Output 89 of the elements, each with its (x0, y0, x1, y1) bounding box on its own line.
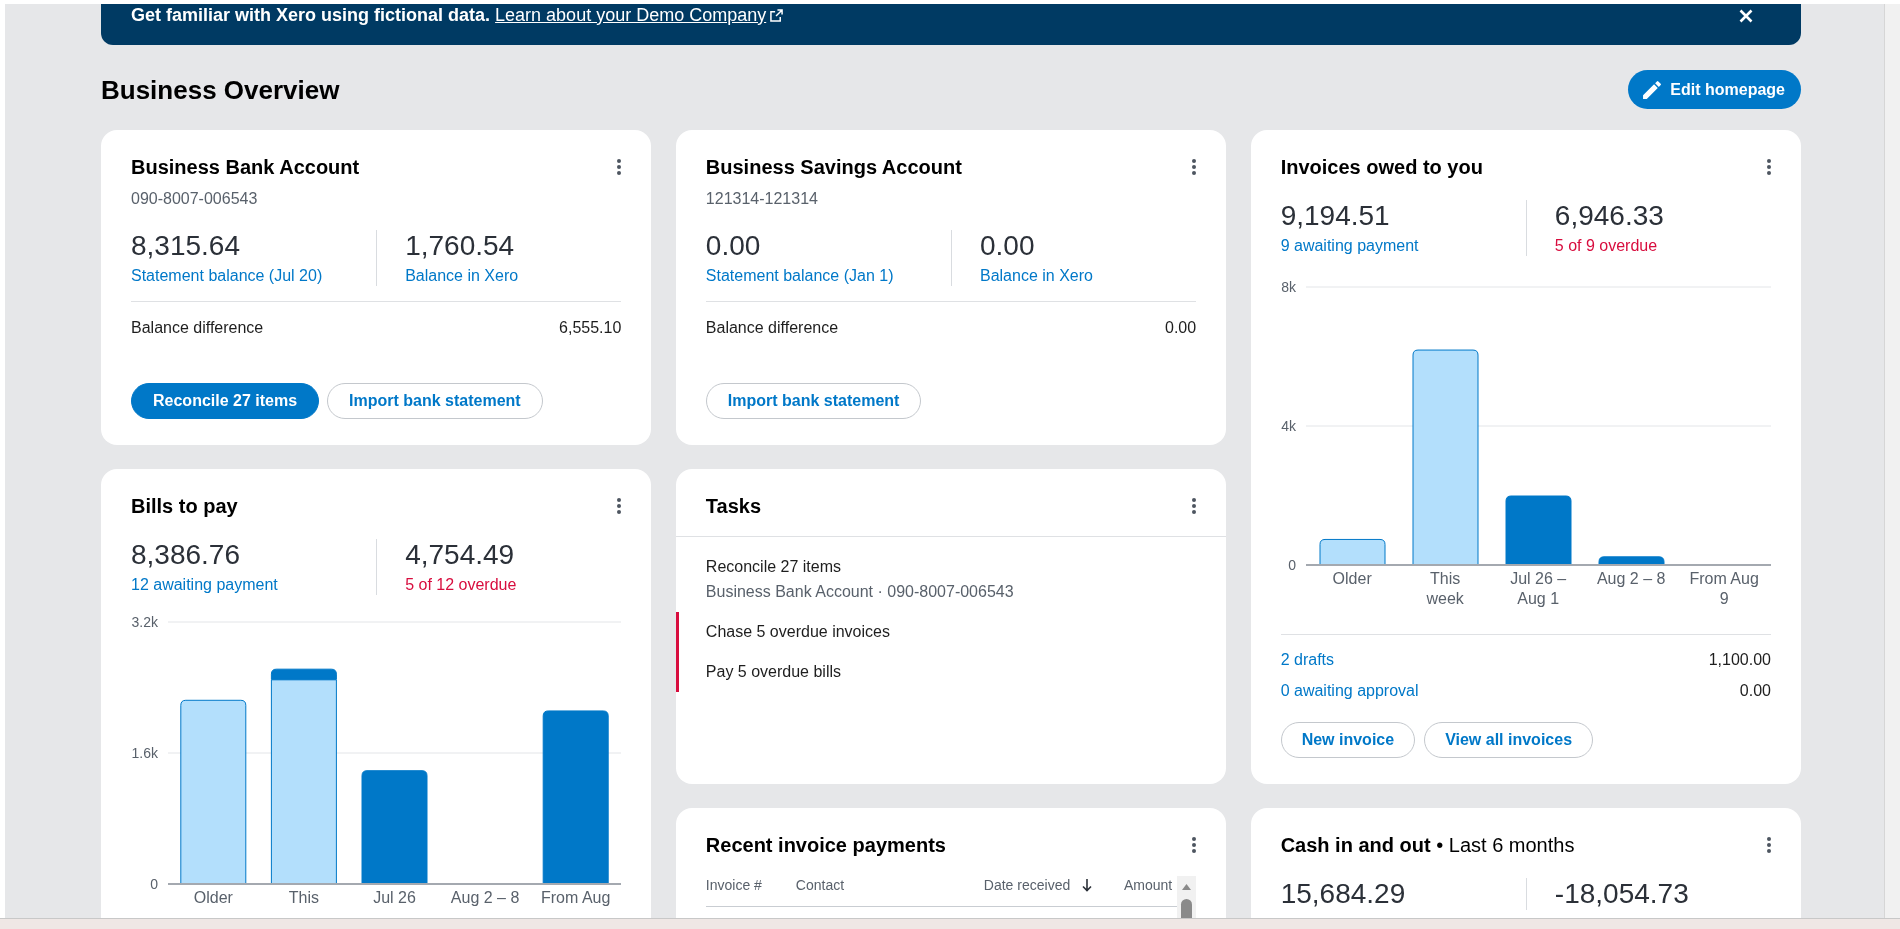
card-title: Business Bank Account (131, 155, 360, 179)
task-item[interactable]: Pay 5 overdue bills (675, 652, 1227, 692)
amount-link[interactable]: 12 awaiting payment (131, 575, 278, 595)
axis-category-label: Older (193, 888, 233, 908)
amount-value: 4,754.49 (405, 539, 515, 571)
amount-value: 6,946.33 (1554, 200, 1664, 232)
scroll-up-arrow-icon (1182, 884, 1192, 890)
amount-link[interactable]: Balance in Xero (980, 266, 1093, 286)
more-icon (1192, 498, 1197, 514)
axis-category-label: This week (1425, 569, 1465, 609)
task-item[interactable]: Chase 5 overdue invoices (675, 612, 1227, 652)
amount-link[interactable]: 9 awaiting payment (1280, 236, 1419, 256)
task-title: Reconcile 27 items (705, 557, 841, 577)
task-detail: Business Bank Account · 090-8007-006543 (705, 582, 1014, 602)
action-button[interactable]: View all invoices (1424, 722, 1594, 758)
difference-label: Balance difference (131, 318, 264, 338)
more-icon (617, 159, 622, 175)
column-header[interactable]: Date received (983, 876, 1093, 894)
summary-link[interactable]: 0 awaiting approval (1280, 681, 1419, 701)
axis-category-label: This (288, 888, 319, 908)
more-icon (1192, 837, 1197, 853)
amount-link[interactable]: 5 of 9 overdue (1554, 236, 1658, 256)
axis-tick-label: 3.2k (131, 614, 158, 630)
more-icon (1767, 159, 1771, 175)
card-title: Recent invoice payments (705, 833, 946, 857)
card-title: Invoices owed to you (1280, 155, 1483, 179)
axis-tick-label: 8k (1280, 279, 1296, 295)
column-header[interactable]: Invoice # (705, 876, 762, 894)
summary-link[interactable]: 2 drafts (1280, 650, 1334, 670)
amount-value: 9,194.51 (1280, 200, 1390, 232)
banner-message: Get familiar with Xero using fictional data. (131, 4, 491, 26)
axis-category-label: Aug 2 – 8 (450, 888, 520, 908)
account-number: 090-8007-006543 (131, 189, 258, 209)
axis-tick-label: 1.6k (131, 745, 158, 761)
card-title: Tasks (705, 494, 762, 518)
amount-value: 15,684.29 (1280, 878, 1406, 910)
axis-tick-label: 0 (1287, 557, 1296, 573)
close-icon (1739, 9, 1753, 23)
axis-category-label: From Aug 9 (1688, 569, 1760, 609)
edit-homepage-button[interactable]: Edit homepage (1628, 70, 1801, 109)
scrollbar[interactable] (1177, 876, 1197, 918)
axis-tick-label: 4k (1280, 418, 1296, 434)
axis-category-label: Jul 26 (373, 888, 416, 908)
banner-link[interactable]: Learn about your Demo Company (495, 4, 784, 26)
sort-down-arrow-icon (1082, 878, 1093, 892)
scrollbar-thumb[interactable] (1181, 899, 1193, 918)
chart-bar (1319, 538, 1386, 566)
axis-category-label: Aug 2 – 8 (1596, 569, 1666, 589)
page-title: Business Overview (101, 74, 340, 105)
chart-bar (1505, 495, 1572, 566)
action-button[interactable]: Import bank statement (705, 383, 922, 419)
axis-category-label: From Aug (541, 888, 611, 908)
amount-link[interactable]: Statement balance (Jul 20) (131, 266, 323, 286)
summary-amount: 0.00 (1739, 681, 1771, 701)
column-header[interactable]: Contact (795, 876, 845, 894)
task-title: Chase 5 overdue invoices (705, 622, 890, 642)
column-header[interactable]: Amount (1123, 876, 1173, 894)
axis-category-label: Older (1332, 569, 1372, 589)
amount-value: 0.00 (705, 230, 761, 262)
action-button[interactable]: Import bank statement (327, 383, 543, 419)
action-button[interactable]: Reconcile 27 items (131, 383, 320, 419)
amount-value: 0.00 (980, 230, 1035, 262)
amount-value: -18,054.73 (1554, 878, 1689, 910)
more-icon (1767, 837, 1771, 853)
account-number: 121314-121314 (705, 189, 818, 209)
axis-tick-label: 0 (150, 876, 158, 892)
task-title: Pay 5 overdue bills (705, 662, 841, 682)
amount-link[interactable]: Statement balance (Jan 1) (705, 266, 894, 286)
card-title: Bills to pay (131, 494, 238, 518)
amount-link[interactable]: Balance in Xero (405, 266, 519, 286)
difference-amount: 0.00 (1165, 318, 1197, 338)
page-scrollbar[interactable] (1884, 4, 1900, 918)
chart-bar (1598, 556, 1665, 566)
card-title: Cash in and out • Last 6 months (1280, 833, 1575, 857)
amount-value: 8,386.76 (131, 539, 240, 571)
more-icon (617, 498, 622, 514)
summary-amount: 1,100.00 (1708, 650, 1771, 670)
amount-value: 1,760.54 (405, 230, 515, 262)
action-button[interactable]: New invoice (1280, 722, 1416, 758)
pencil-icon (1643, 80, 1662, 99)
card-title: Business Savings Account (705, 155, 962, 179)
external-link-icon (770, 8, 784, 22)
amount-link[interactable]: 5 of 12 overdue (405, 575, 517, 595)
more-icon (1192, 159, 1197, 175)
axis-category-label: Jul 26 – Aug 1 (1509, 569, 1568, 609)
difference-amount: 6,555.10 (559, 318, 622, 338)
difference-label: Balance difference (705, 318, 839, 338)
amount-value: 8,315.64 (131, 230, 240, 262)
task-item[interactable]: Reconcile 27 items Business Bank Account · 090-8007-006543 (675, 547, 1227, 612)
